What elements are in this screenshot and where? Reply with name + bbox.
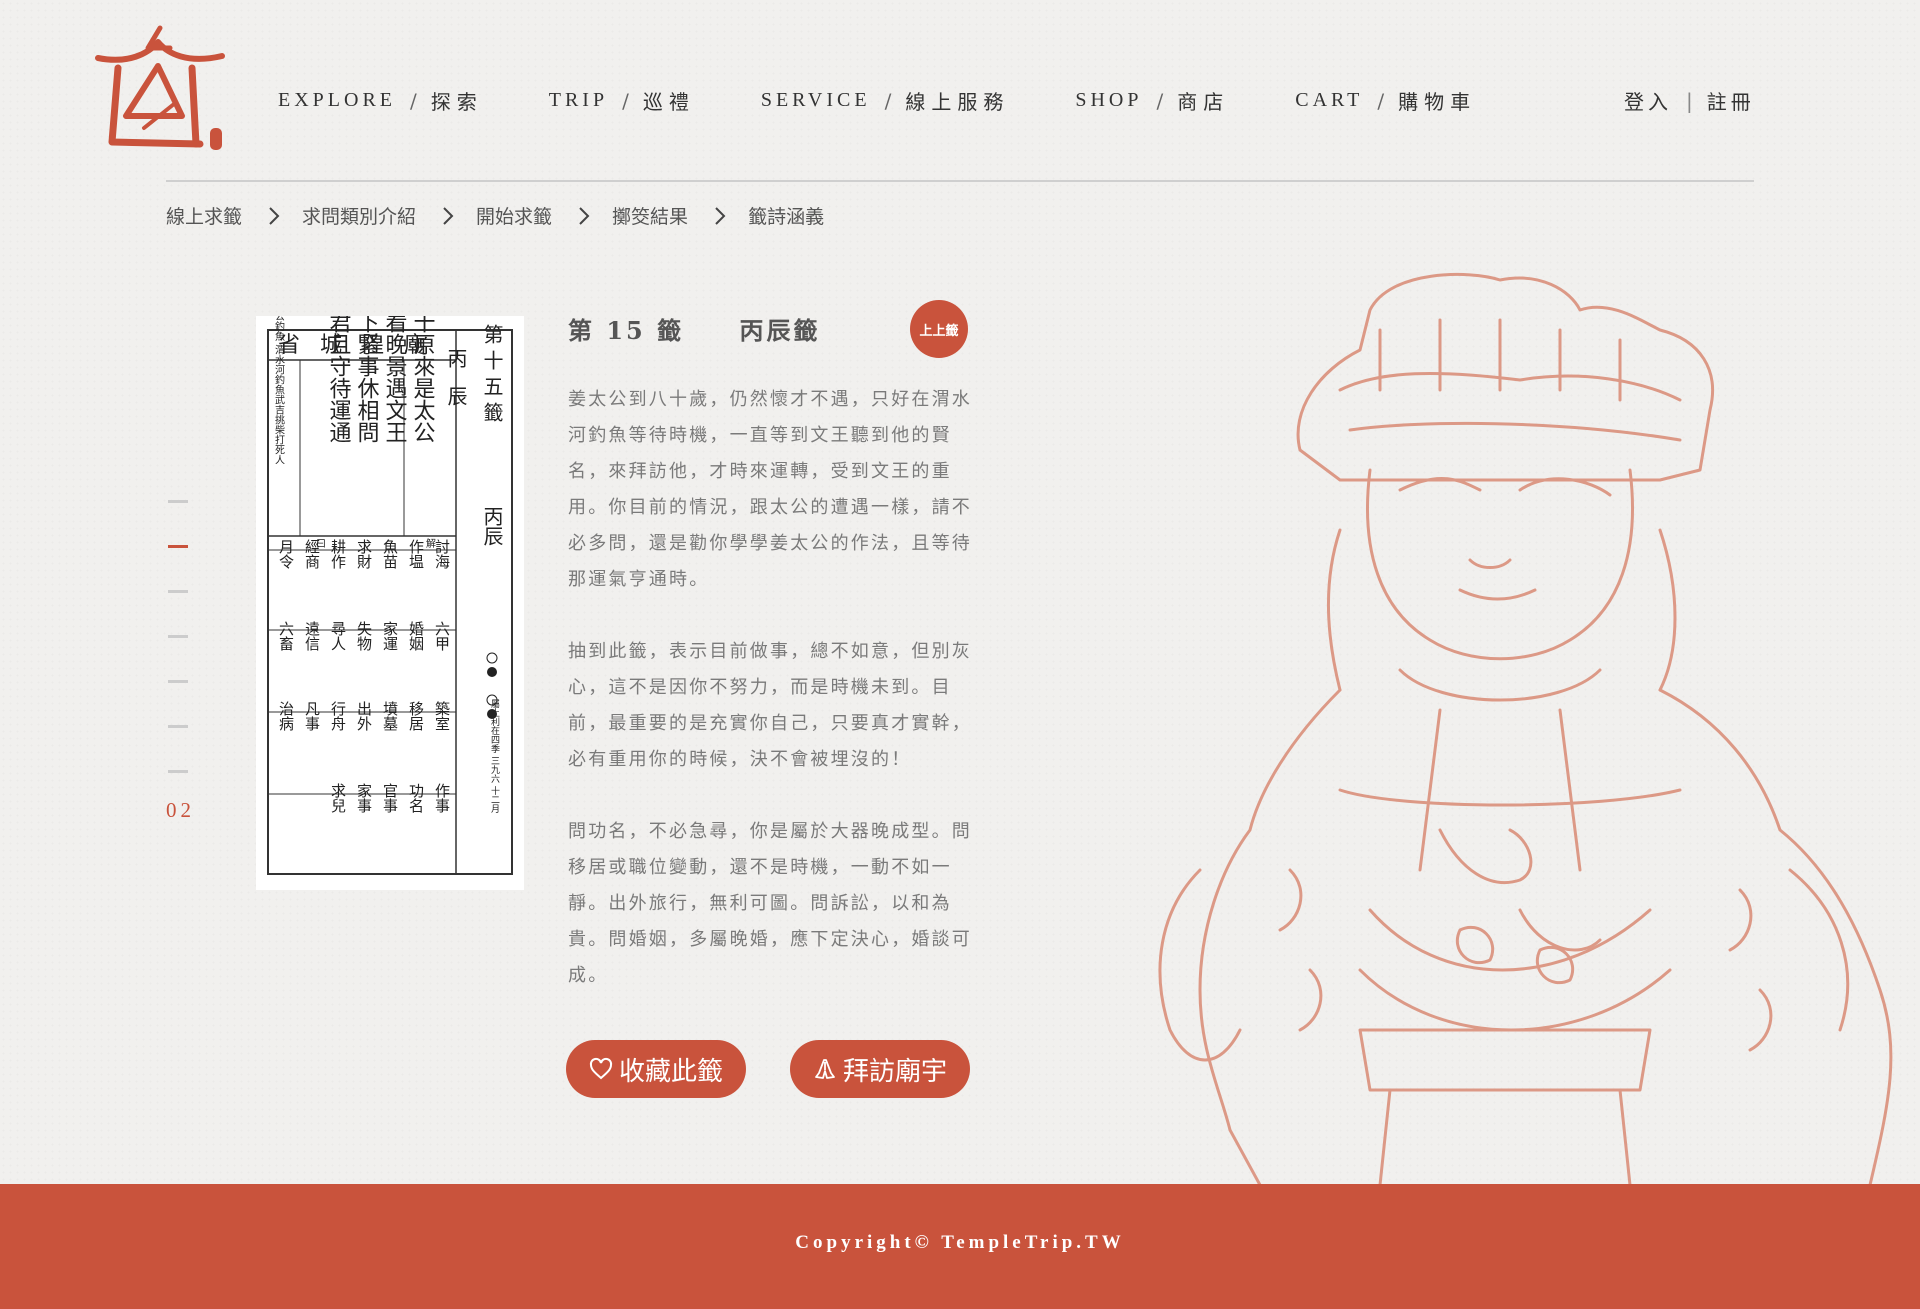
nav-shop[interactable]: SHOP / 商店 xyxy=(1075,86,1229,115)
fortune-paragraph: 姜太公到八十歲，仍然懷才不遇，只好在渭水河釣魚等待時機，一直等到文王聽到他的賢名… xyxy=(568,389,972,590)
lot-stem: 丙辰 xyxy=(444,348,468,424)
fortune-explanation: 姜太公到八十歲，仍然懷才不遇，只好在渭水河釣魚等待時機，一直等到文王聽到他的賢名… xyxy=(568,382,972,1030)
lot-verse-line: 看看晚景遇文王 xyxy=(382,316,408,443)
praying-hands-icon xyxy=(815,1059,835,1079)
nav-trip-zh: 巡禮 xyxy=(642,90,695,114)
copyright-text: Copyright© TempleTrip.TW xyxy=(795,1232,1125,1253)
nav-separator: / xyxy=(1156,88,1164,113)
nav-shop-zh: 商店 xyxy=(1177,90,1230,114)
main-nav: EXPLORE / 探索 TRIP / 巡禮 SERVICE / 線上服務 SH… xyxy=(278,86,1542,115)
lot-grid-cell: 遠信 xyxy=(303,621,321,651)
lot-grid-cell: 官事 xyxy=(381,783,399,813)
visit-temple-label: 拜訪廟宇 xyxy=(842,1056,947,1087)
fortune-paragraph: 抽到此籤，表示目前做事，總不如意，但別灰心，這不是因你不努力，而是時機未到。目前… xyxy=(568,641,972,770)
login-link[interactable]: 登入 xyxy=(1624,86,1672,115)
deity-illustration xyxy=(1140,270,1920,1187)
nav-cart-en: CART xyxy=(1295,89,1364,111)
pager-tick[interactable] xyxy=(168,680,188,683)
lot-grid-cell: 耕作 xyxy=(329,538,347,569)
slide-pager: 02 xyxy=(166,500,191,822)
fortune-paragraph: 問功名，不必急尋，你是屬於大器晚成型。問移居或職位變動，還不是時機，一動不如一靜… xyxy=(568,821,972,986)
nav-separator: / xyxy=(622,88,629,113)
pager-tick[interactable] xyxy=(168,635,188,638)
nav-cart-zh: 購物車 xyxy=(1398,90,1477,114)
lot-number-label: 第十五籤 xyxy=(480,324,504,428)
heart-icon xyxy=(589,1057,613,1080)
lot-grid-cell: 家事 xyxy=(355,783,373,813)
pager-tick-active[interactable] xyxy=(168,545,188,548)
breadcrumb-item[interactable]: 擲筊結果 xyxy=(612,202,688,229)
chevron-right-icon xyxy=(443,206,454,225)
lot-poem-image: 省城隍廟 八十原來是太公 看看晚景遇文王 月下緊事休相問 勸君且守待運通 丙辰 … xyxy=(256,271,524,890)
pager-tick[interactable] xyxy=(168,500,188,503)
chevron-right-icon xyxy=(269,206,280,225)
nav-explore[interactable]: EXPLORE / 探索 xyxy=(278,86,483,115)
lot-grid-cell: 尋人 xyxy=(329,621,347,651)
breadcrumb: 線上求籤 求問類別介紹 開始求籤 擲筊結果 籤詩涵義 xyxy=(166,202,824,229)
lot-grid-cell: 月令 xyxy=(277,539,295,569)
nav-trip[interactable]: TRIP / 巡禮 xyxy=(549,86,695,115)
lot-grid-cell: 作塭 xyxy=(407,539,425,569)
lot-grid-cell: 移居 xyxy=(407,701,425,731)
nav-explore-zh: 探索 xyxy=(430,90,483,114)
lot-grid-cell: 經商 xyxy=(303,539,321,569)
pager-tick[interactable] xyxy=(168,770,188,773)
nav-cart[interactable]: CART / 購物車 xyxy=(1295,86,1476,115)
lot-stem-detail: 丙辰 xyxy=(480,506,504,546)
visit-temple-button[interactable]: 拜訪廟宇 xyxy=(790,1040,970,1098)
save-lot-button[interactable]: 收藏此籤 xyxy=(566,1040,746,1098)
header-divider xyxy=(166,180,1754,182)
fortune-number: 第 15 籤 xyxy=(568,316,685,345)
breadcrumb-current: 籤詩涵義 xyxy=(748,206,825,228)
lot-grid-cell: 治病 xyxy=(277,701,295,732)
lot-grid-cell: 凡事 xyxy=(303,701,321,731)
site-footer: Copyright© TempleTrip.TW xyxy=(0,1184,1920,1309)
auth-separator: | xyxy=(1686,88,1693,113)
nav-service[interactable]: SERVICE / 線上服務 xyxy=(761,86,1010,115)
lot-grid-cell: 求兒 xyxy=(329,783,347,814)
breadcrumb-item[interactable]: 開始求籤 xyxy=(476,202,552,229)
breadcrumb-item[interactable]: 線上求籤 xyxy=(166,202,242,229)
lot-grid-cell: 築室 xyxy=(433,700,451,731)
chevron-right-icon xyxy=(715,206,726,225)
lot-grid-cell: 失物 xyxy=(355,621,373,652)
lot-grid-cell: 出外 xyxy=(355,701,373,731)
fortune-title: 第 15 籤 丙辰籤 xyxy=(568,311,834,346)
nav-separator: / xyxy=(884,88,892,113)
lot-grid-cell: 作事 xyxy=(433,783,451,813)
pager-tick[interactable] xyxy=(168,590,188,593)
lot-verse-line: 月下緊事休相問 xyxy=(354,316,380,443)
register-link[interactable]: 註冊 xyxy=(1707,86,1755,115)
pager-tick[interactable] xyxy=(168,725,188,728)
fortune-name: 丙辰籤 xyxy=(739,316,821,345)
chevron-right-icon xyxy=(579,206,590,225)
fortune-level-badge: 上上籤 xyxy=(910,300,968,358)
nav-separator: / xyxy=(1377,88,1385,113)
nav-service-en: SERVICE xyxy=(760,89,871,111)
lot-grid-cell: 功名 xyxy=(407,783,425,813)
nav-shop-en: SHOP xyxy=(1075,89,1143,111)
lot-grid-cell: 求財 xyxy=(355,539,373,569)
nav-explore-en: EXPLORE xyxy=(278,89,396,111)
nav-separator: / xyxy=(410,88,417,113)
site-logo[interactable] xyxy=(88,24,228,160)
lot-verse-line: 八十原來是太公 xyxy=(410,316,436,443)
breadcrumb-item[interactable]: 求問類別介紹 xyxy=(302,202,416,229)
lot-grid-cell: 家運 xyxy=(381,621,399,651)
pager-current-number: 02 xyxy=(166,798,195,822)
lot-story: 渭水河太公釣魚 渭水河釣魚武吉挑柴打死人 xyxy=(273,316,285,465)
nav-trip-en: TRIP xyxy=(548,89,609,111)
save-lot-label: 收藏此籤 xyxy=(618,1056,723,1087)
lot-grid-cell: 六甲 xyxy=(433,621,451,651)
lot-grid-cell: 討海 xyxy=(433,539,451,569)
auth-links: 登入 | 註冊 xyxy=(1624,86,1755,115)
lot-grid-cell: 魚苗 xyxy=(381,539,399,569)
lot-grid-cell: 行舟 xyxy=(329,701,347,732)
lot-grid-cell: 六畜 xyxy=(277,621,295,651)
lot-grid-cell: 墳墓 xyxy=(381,701,399,731)
lot-grid-cell: 婚姻 xyxy=(407,621,425,651)
lot-verse-line: 勸君且守待運通 xyxy=(326,316,352,443)
nav-service-zh: 線上服務 xyxy=(905,90,1010,114)
